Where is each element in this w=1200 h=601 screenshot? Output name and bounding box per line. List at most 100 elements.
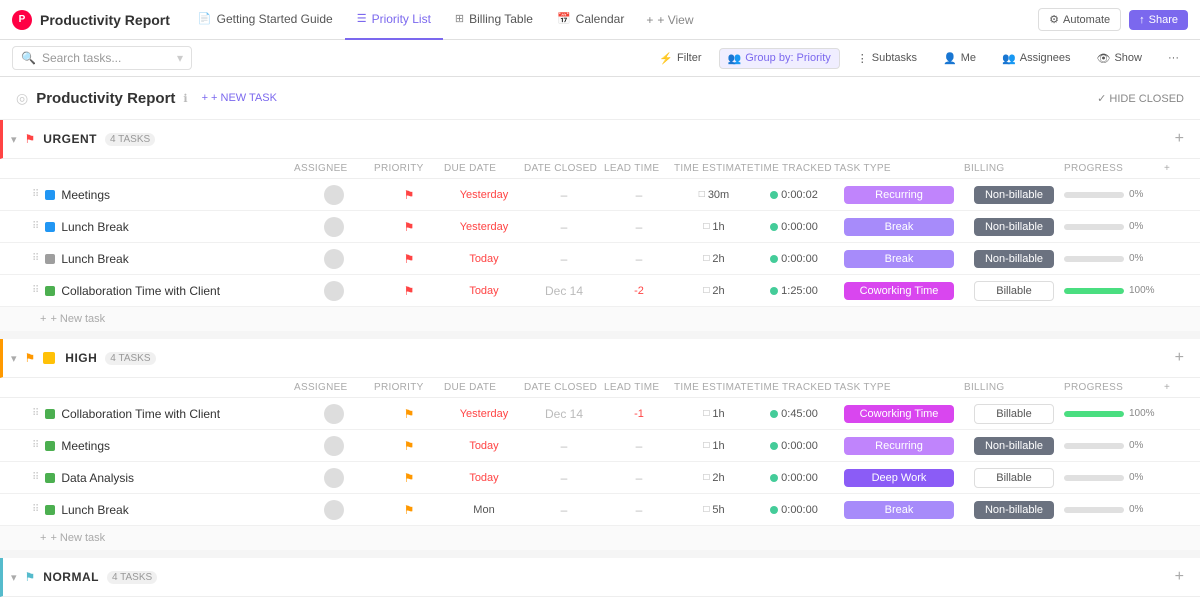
billing-cell: Non-billable [964,437,1064,455]
task-name[interactable]: Lunch Break [61,503,128,517]
section-header-high[interactable]: ▾ ⚑ HIGH 4 TASKS + [0,339,1200,378]
assignees-button[interactable]: 👥 Assignees [993,48,1079,69]
task-type-cell: Coworking Time [834,282,964,300]
billing-badge: Non-billable [974,218,1054,236]
progress-bar-bg [1064,475,1124,481]
task-name[interactable]: Collaboration Time with Client [61,407,220,421]
task-name[interactable]: Meetings [61,439,110,453]
new-task-high-row[interactable]: + + New task [0,526,1200,550]
date-closed-cell: – [524,471,604,485]
collapse-urgent-icon: ▾ [11,133,17,146]
col-header-add[interactable]: + [1164,163,1184,174]
col-header-task-type-h: TASK TYPE [834,382,964,393]
time-tracked-val: 1:25:00 [781,285,818,297]
assignees-icon: 👥 [1002,52,1016,65]
col-header-priority-h: PRIORITY [374,382,444,393]
avatar [324,436,344,456]
date-closed-cell: – [524,188,604,202]
avatar [324,185,344,205]
time-est-val: 5h [712,504,724,516]
tab-getting-started[interactable]: 📄 Getting Started Guide [186,0,345,40]
section-add-urgent[interactable]: + [1175,130,1184,148]
task-name[interactable]: Meetings [61,188,110,202]
share-button[interactable]: ↑ Share [1129,10,1188,30]
task-name[interactable]: Collaboration Time with Client [61,284,220,298]
new-task-urgent-row[interactable]: + + New task [0,307,1200,331]
priority-cell: ⚑ [374,471,444,485]
new-task-header-button[interactable]: + + NEW TASK [196,89,283,107]
col-header-lead-time: LEAD TIME [604,163,674,174]
time-tracked-cell: 1:25:00 [754,285,834,297]
section-header-normal[interactable]: ▾ ⚑ NORMAL 4 TASKS + [0,558,1200,597]
due-date-cell: Yesterday [444,221,524,233]
automate-button[interactable]: ⚙ Automate [1038,8,1121,31]
col-header-add-h[interactable]: + [1164,382,1184,393]
add-view-button[interactable]: + + View [636,13,703,27]
task-type-cell: Break [834,501,964,519]
drag-handle-icon[interactable]: ⠿ [32,189,39,200]
time-est-val: 30m [708,189,729,201]
task-status-square[interactable] [45,473,55,483]
section-header-urgent[interactable]: ▾ ⚑ URGENT 4 TASKS + [0,120,1200,159]
tab-priority-list[interactable]: ☰ Priority List [345,0,443,40]
hide-closed-button[interactable]: ✓ HIDE CLOSED [1097,92,1184,105]
col-header-time-tracked: TIME TRACKED [754,163,834,174]
show-button[interactable]: 👁 Show [1088,48,1152,69]
drag-handle-icon[interactable]: ⠿ [32,472,39,483]
tab-calendar-label: Calendar [576,12,625,26]
task-name[interactable]: Data Analysis [61,471,134,485]
drag-handle-icon[interactable]: ⠿ [32,285,39,296]
table-header-high: ASSIGNEE PRIORITY DUE DATE DATE CLOSED L… [0,378,1200,398]
me-button[interactable]: 👤 Me [934,48,985,69]
task-status-square[interactable] [45,190,55,200]
time-est-icon: □ [703,285,709,296]
section-name-high: HIGH [65,351,97,365]
col-header-assignee-h: ASSIGNEE [294,382,374,393]
task-row: ⠿ Lunch Break ⚑ Mon – – □5h 0:00:00 Brea… [0,494,1200,526]
automate-label: Automate [1063,14,1110,26]
billing-badge: Non-billable [974,437,1054,455]
priority-cell: ⚑ [374,407,444,421]
task-name[interactable]: Lunch Break [61,252,128,266]
col-header-time-estimate: TIME ESTIMATE [674,163,754,174]
group-by-icon: 👥 [728,52,742,65]
drag-handle-icon[interactable]: ⠿ [32,253,39,264]
drag-handle-icon[interactable]: ⠿ [32,221,39,232]
drag-handle-icon[interactable]: ⠿ [32,440,39,451]
task-status-square[interactable] [45,286,55,296]
time-est-icon: □ [703,408,709,419]
group-by-button[interactable]: 👥 Group by: Priority [719,48,840,69]
subtasks-button[interactable]: ⋮ Subtasks [848,48,926,69]
more-button[interactable]: ··· [1159,48,1188,68]
project-header-icon: ◎ [16,90,28,107]
task-status-square[interactable] [45,409,55,419]
search-box[interactable]: 🔍 Search tasks... ▾ [12,46,192,70]
table-header-normal: ASSIGNEE PRIORITY DUE DATE DATE CLOSED L… [0,597,1200,598]
task-status-square[interactable] [45,222,55,232]
section-add-high[interactable]: + [1175,349,1184,367]
task-status-square[interactable] [45,505,55,515]
task-name[interactable]: Lunch Break [61,220,128,234]
tab-calendar[interactable]: 📅 Calendar [545,0,636,40]
section-add-normal[interactable]: + [1175,568,1184,586]
progress-bar-bg [1064,288,1124,294]
project-header: ◎ Productivity Report ℹ + + NEW TASK ✓ H… [0,77,1200,120]
task-type-badge: Deep Work [844,469,954,487]
time-tracked-val: 0:00:00 [781,253,818,265]
priority-flag-icon: ⚑ [404,471,415,485]
time-tracked-cell: 0:00:00 [754,472,834,484]
time-tracked-val: 0:00:00 [781,221,818,233]
task-type-badge: Recurring [844,186,954,204]
task-status-square[interactable] [45,441,55,451]
tab-billing-table[interactable]: ⊞ Billing Table [443,0,545,40]
drag-handle-icon[interactable]: ⠿ [32,408,39,419]
getting-started-icon: 📄 [198,12,212,25]
share-icon: ↑ [1139,14,1145,26]
add-view-icon: + [646,13,653,27]
info-icon: ℹ [183,92,187,105]
task-status-square[interactable] [45,254,55,264]
progress-cell: 0% [1064,440,1164,451]
filter-button[interactable]: ⚡ Filter [650,48,710,69]
avatar [324,468,344,488]
drag-handle-icon[interactable]: ⠿ [32,504,39,515]
